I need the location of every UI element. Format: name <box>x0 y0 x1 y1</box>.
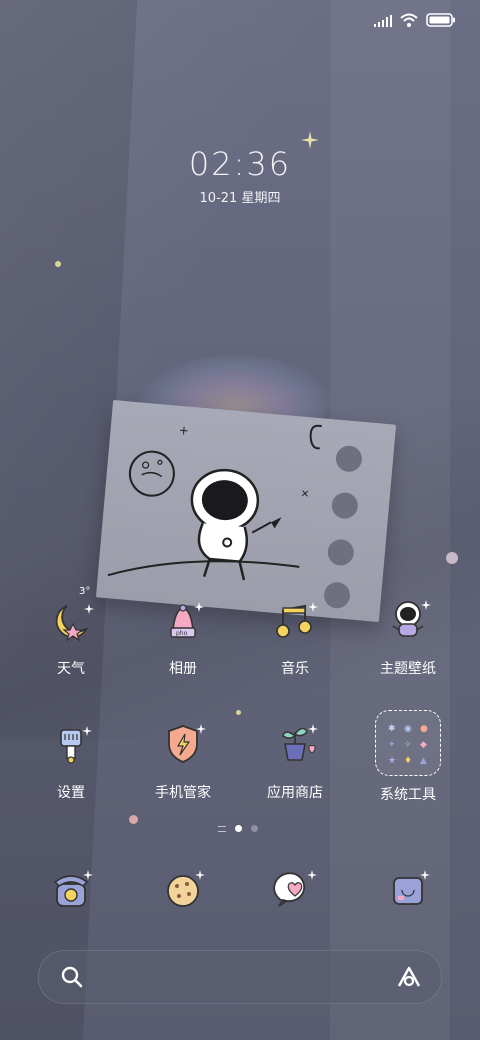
app-settings[interactable]: 设置 <box>16 714 126 802</box>
app-gallery[interactable]: pho 相册 <box>128 590 238 678</box>
svg-text:✧: ✧ <box>404 740 412 750</box>
folder-icon: ✱ ◉ ● ✦ ✧ ◆ ★ ♦ ▲ <box>375 710 441 776</box>
astronaut-card-widget[interactable]: + ✕ <box>95 400 397 622</box>
dock-phone[interactable] <box>16 860 126 920</box>
app-weather[interactable]: 天气 <box>16 590 126 678</box>
app-label-music: 音乐 <box>281 661 309 677</box>
svg-text:★: ★ <box>388 756 396 766</box>
camera-icon <box>393 870 430 905</box>
svg-text:●: ● <box>420 724 428 734</box>
app-label-weather: 天气 <box>57 661 85 677</box>
wifi-icon <box>400 12 418 31</box>
heart-message-icon <box>273 870 317 907</box>
svg-text:◉: ◉ <box>404 724 412 734</box>
weather-temp-badge: 3° <box>79 586 91 597</box>
search-icon[interactable] <box>59 964 85 994</box>
page-dot-3[interactable] <box>251 825 258 832</box>
clock-time[interactable]: 02:36 <box>0 145 480 183</box>
moon-weather-icon <box>55 604 94 642</box>
shield-bolt-icon <box>168 724 206 763</box>
dock-contacts[interactable] <box>128 860 238 920</box>
app-label-system-tools: 系统工具 <box>380 787 436 803</box>
svg-text:+: + <box>178 423 189 438</box>
music-note-icon <box>276 602 318 638</box>
sparkle-icon <box>301 131 319 149</box>
svg-text:✕: ✕ <box>300 489 309 501</box>
app-label-phone-manager: 手机管家 <box>155 785 211 801</box>
astronaut-illustration: + ✕ <box>107 423 362 609</box>
clock-date[interactable]: 10-21 星期四 <box>0 187 480 206</box>
app-store[interactable]: 应用商店 <box>240 714 350 802</box>
page-dot-1[interactable] <box>218 825 226 832</box>
page-dot-2-active[interactable] <box>235 825 242 832</box>
astronaut-icon <box>392 600 431 637</box>
app-phone-manager[interactable]: 手机管家 <box>128 714 238 802</box>
star-dot <box>446 552 458 564</box>
app-label-gallery: 相册 <box>169 661 197 677</box>
svg-text:✱: ✱ <box>388 724 396 734</box>
assistant-a-icon[interactable] <box>395 964 423 994</box>
svg-text:▲: ▲ <box>420 756 427 766</box>
search-bar[interactable] <box>38 950 442 1004</box>
svg-text:✦: ✦ <box>388 740 396 750</box>
battery-icon <box>426 12 456 31</box>
cellular-signal-icon <box>374 12 392 31</box>
dock-messages[interactable] <box>240 860 350 920</box>
app-label-themes: 主题壁纸 <box>380 661 436 677</box>
photo-book-icon: pho <box>170 602 204 638</box>
svg-text:♦: ♦ <box>404 756 412 766</box>
star-dot <box>55 261 61 267</box>
cookie-contacts-icon <box>167 870 205 907</box>
plant-pot-icon <box>282 724 318 761</box>
svg-text:◆: ◆ <box>420 740 427 750</box>
dock-camera[interactable] <box>353 860 463 920</box>
status-bar <box>0 0 480 40</box>
settings-bulb-icon <box>60 726 92 764</box>
photo-badge-text: pho <box>176 630 188 637</box>
app-folder-system-tools[interactable]: ✱ ◉ ● ✦ ✧ ◆ ★ ♦ ▲ 系统工具 <box>353 706 463 804</box>
phone-icon <box>53 870 93 907</box>
page-indicator[interactable] <box>218 825 258 832</box>
star-dot <box>129 815 138 824</box>
app-label-settings: 设置 <box>57 785 85 801</box>
app-label-store: 应用商店 <box>267 785 323 801</box>
app-music[interactable]: 音乐 <box>240 590 350 678</box>
app-themes[interactable]: 主题壁纸 <box>353 590 463 678</box>
